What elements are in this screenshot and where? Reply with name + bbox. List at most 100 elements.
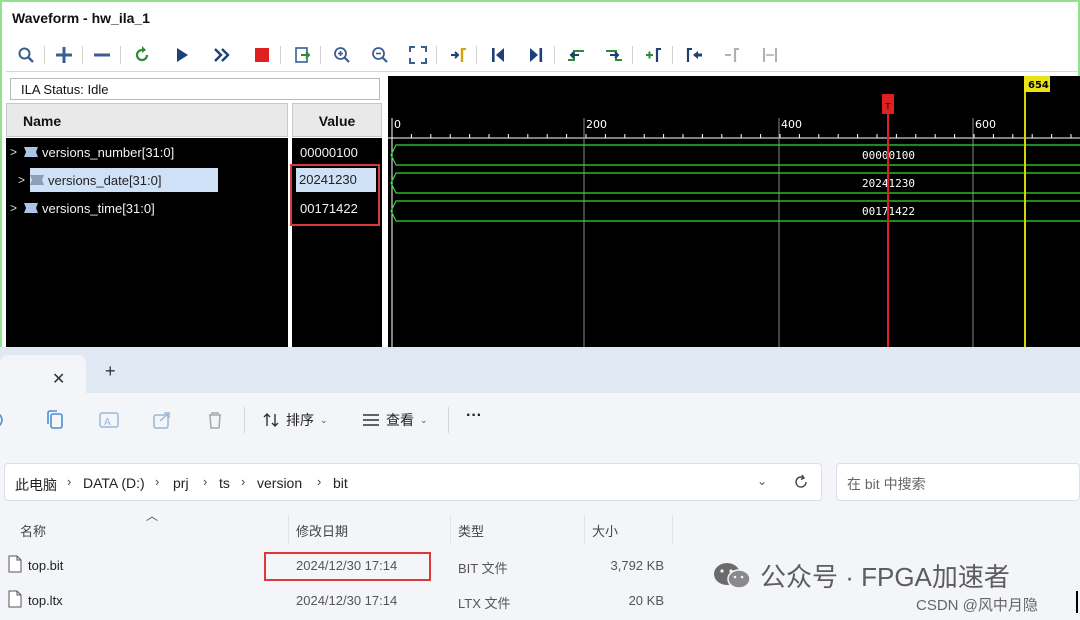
stop-icon[interactable] (250, 43, 274, 67)
breadcrumb-item[interactable]: bit (333, 475, 348, 491)
next-transition-icon[interactable] (602, 43, 626, 67)
breadcrumb-item[interactable]: 此电脑 (15, 475, 57, 495)
toolbar-separator (280, 46, 281, 64)
more-options-button[interactable]: ··· (466, 407, 482, 425)
signal-name: versions_number[31:0] (42, 144, 175, 160)
value-column-header[interactable]: Value (292, 103, 382, 137)
chevron-right-icon: › (317, 474, 322, 489)
add-marker-icon[interactable] (642, 43, 666, 67)
close-icon[interactable]: ✕ (52, 369, 65, 389)
explorer-tab[interactable]: ✕ (0, 355, 86, 393)
bus-waveform-2[interactable]: 00171422 (390, 200, 1080, 222)
zoom-search-icon[interactable] (14, 43, 38, 67)
waveform-toolbar (6, 38, 1078, 72)
expand-chevron-icon[interactable]: > (18, 173, 32, 187)
add-icon[interactable] (52, 43, 76, 67)
rename-icon[interactable]: A (98, 409, 120, 431)
column-divider[interactable] (672, 515, 673, 545)
file-type: LTX 文件 (458, 596, 511, 611)
refresh-icon[interactable] (793, 474, 809, 490)
zoom-in-icon[interactable] (330, 43, 354, 67)
remove-icon[interactable] (90, 43, 114, 67)
toolbar-separator (436, 46, 437, 64)
signal-row[interactable]: > versions_time[31:0] (10, 196, 250, 220)
chevron-down-icon: ⌄ (420, 414, 428, 425)
new-tab-icon[interactable]: + (105, 361, 116, 382)
toolbar-separator (632, 46, 633, 64)
goto-end-icon[interactable] (524, 43, 548, 67)
file-name: top.ltx (28, 593, 63, 608)
goto-cursor-icon[interactable] (446, 43, 470, 67)
ruler-tick-label: 200 (586, 118, 607, 131)
prev-transition-icon[interactable] (564, 43, 588, 67)
name-column-header[interactable]: Name (6, 103, 288, 137)
export-icon[interactable] (290, 43, 314, 67)
swap-cursors-icon[interactable] (758, 43, 782, 67)
column-header-size[interactable]: 大小 (592, 521, 618, 540)
toolbar-separator (554, 46, 555, 64)
breadcrumb-item[interactable]: version (257, 475, 302, 491)
zoom-fit-icon[interactable] (406, 43, 430, 67)
breadcrumb-item[interactable]: DATA (D:) (83, 475, 145, 491)
sort-button[interactable]: 排序 ⌄ (262, 410, 328, 430)
bus-icon (30, 175, 44, 185)
explorer-tabbar: ✕ + (0, 347, 1080, 393)
chevron-right-icon: › (67, 474, 72, 489)
ruler-tick-label: 600 (975, 118, 996, 131)
watermark: 公众号 · FPGA加速者 (712, 557, 1010, 594)
signal-row-selected[interactable]: versions_date[31:0] (30, 168, 218, 192)
search-input[interactable]: 在 bit 中搜索 (836, 463, 1080, 501)
next-marker-icon[interactable] (720, 43, 744, 67)
waveform-canvas[interactable]: 0 200 400 600 00000100 20241230 00171422 (388, 76, 1080, 349)
column-divider[interactable] (450, 515, 451, 545)
bus-icon (24, 203, 38, 213)
address-dropdown-icon[interactable]: ⌄ (757, 474, 767, 488)
column-header-modified[interactable]: 修改日期 (296, 521, 348, 540)
chevron-right-icon: › (241, 474, 246, 489)
signal-name: versions_date[31:0] (48, 172, 162, 188)
file-row[interactable]: top.ltx 2024/12/30 17:14 LTX 文件 20 KB (0, 586, 680, 616)
text-caret (1076, 591, 1078, 613)
toolbar-separator (120, 46, 121, 64)
goto-start-icon[interactable] (486, 43, 510, 67)
expand-chevron-icon[interactable]: > (10, 201, 24, 215)
zoom-out-icon[interactable] (368, 43, 392, 67)
chevron-down-icon: ⌄ (320, 414, 328, 425)
column-divider[interactable] (288, 515, 289, 545)
signal-row[interactable]: > versions_number[31:0] (10, 140, 250, 164)
view-label: 查看 (386, 412, 414, 428)
run-icon[interactable] (170, 43, 194, 67)
breadcrumb-item[interactable]: prj (173, 475, 189, 491)
ruler-tick-label: 0 (394, 118, 401, 131)
file-name: top.bit (28, 558, 64, 573)
address-bar[interactable]: 此电脑 › DATA (D:) › prj › ts › version › b… (4, 463, 822, 501)
waveform-window: Waveform - hw_ila_1 ILA Status: Idle Nam… (0, 0, 1080, 349)
expand-chevron-icon[interactable]: > (10, 145, 24, 159)
bus-waveform-0[interactable]: 00000100 (390, 144, 1080, 166)
wechat-icon (714, 562, 751, 589)
cut-icon[interactable] (0, 409, 16, 431)
ruler-minor-ticks (391, 134, 1072, 138)
copy-icon[interactable] (44, 409, 66, 431)
file-type: BIT 文件 (458, 561, 508, 576)
prev-marker-icon[interactable] (682, 43, 706, 67)
column-divider[interactable] (584, 515, 585, 545)
run-immediate-icon[interactable] (210, 43, 234, 67)
toolbar-separator (82, 46, 83, 64)
signal-value: 00000100 (300, 145, 358, 160)
command-separator (244, 407, 245, 433)
file-size: 20 KB (628, 593, 664, 608)
column-header-name[interactable]: 名称 (20, 521, 46, 540)
highlight-box (290, 164, 380, 226)
column-header-type[interactable]: 类型 (458, 521, 484, 540)
file-modified: 2024/12/30 17:14 (296, 593, 398, 608)
sort-icon (263, 413, 279, 427)
bus-waveform-1[interactable]: 20241230 (390, 172, 1080, 194)
refresh-icon[interactable] (130, 43, 154, 67)
highlight-box (264, 552, 431, 581)
breadcrumb-item[interactable]: ts (219, 475, 230, 491)
view-button[interactable]: 查看 ⌄ (362, 410, 428, 430)
delete-icon[interactable] (204, 409, 226, 431)
share-icon[interactable] (151, 409, 173, 431)
file-icon (8, 555, 22, 573)
